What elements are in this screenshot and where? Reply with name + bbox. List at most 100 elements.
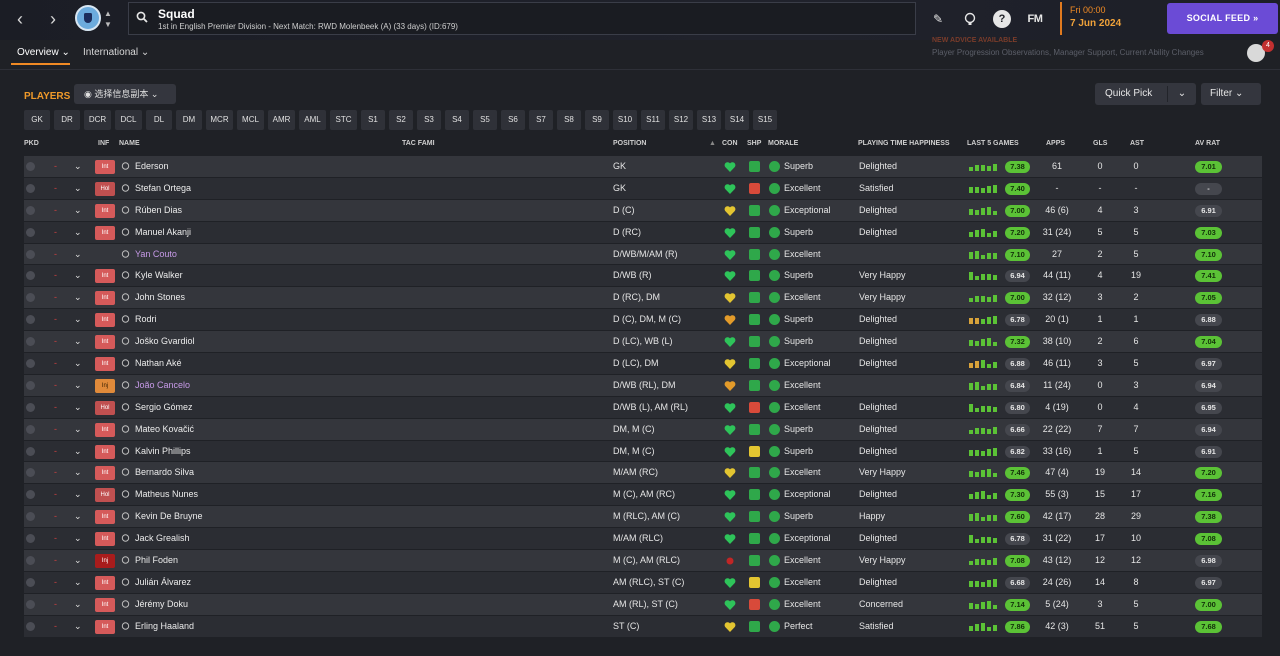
table-row[interactable]: - ⌄ Int Erling Haaland ST (C) Perfect Satisfie…: [24, 615, 1262, 638]
position-filter-s5[interactable]: S5: [473, 110, 497, 130]
position-filter-s2[interactable]: S2: [389, 110, 413, 130]
club-switch-icon[interactable]: ▲ ▼: [103, 8, 113, 30]
picked-status-icon[interactable]: [26, 315, 35, 325]
position-filter-aml[interactable]: AML: [299, 110, 326, 130]
picked-status-icon[interactable]: [26, 599, 35, 609]
chevron-down-icon[interactable]: ⌄: [74, 353, 82, 374]
picked-status-icon[interactable]: [26, 337, 35, 347]
position-filter-dr[interactable]: DR: [54, 110, 80, 130]
table-row[interactable]: - ⌄ Int Jack Grealish M/AM (RLC) Exceptional D…: [24, 528, 1262, 551]
picked-status-icon[interactable]: [26, 446, 35, 456]
col-shp[interactable]: SHP: [747, 140, 761, 147]
player-name[interactable]: Kevin De Bruyne: [135, 506, 203, 527]
quick-pick-button[interactable]: Quick Pick ⌄: [1095, 83, 1196, 105]
position-filter-s4[interactable]: S4: [445, 110, 469, 130]
col-gls[interactable]: GLS: [1093, 140, 1107, 147]
player-name[interactable]: Kyle Walker: [135, 265, 183, 286]
tab-overview[interactable]: Overview ⌄: [11, 45, 70, 65]
position-filter-amr[interactable]: AMR: [268, 110, 295, 130]
position-filter-s13[interactable]: S13: [697, 110, 721, 130]
chevron-down-icon[interactable]: ⌄: [74, 441, 82, 462]
picked-status-icon[interactable]: [26, 468, 35, 478]
col-position[interactable]: POSITION: [613, 140, 646, 147]
col-av-rat[interactable]: AV RAT: [1195, 140, 1220, 147]
player-name[interactable]: Jérémy Doku: [135, 594, 188, 615]
player-name[interactable]: Phil Foden: [135, 550, 178, 571]
table-row[interactable]: - ⌄ Int Bernardo Silva M/AM (RC) Excellent Ver…: [24, 462, 1262, 485]
picked-status-icon[interactable]: [26, 424, 35, 434]
picked-status-icon[interactable]: [26, 402, 35, 412]
table-row[interactable]: - ⌄ Yan Couto D/WB/M/AM (R) Excellent 7.10 27 2…: [24, 243, 1262, 266]
picked-status-icon[interactable]: [26, 621, 35, 631]
chevron-down-icon[interactable]: ⌄: [74, 375, 82, 396]
position-filter-dl[interactable]: DL: [146, 110, 172, 130]
filter-button[interactable]: Filter ⌄: [1201, 83, 1261, 105]
player-name[interactable]: João Cancelo: [135, 375, 190, 396]
position-filter-s6[interactable]: S6: [501, 110, 525, 130]
table-row[interactable]: - ⌄ Hol Stefan Ortega GK Excellent Satisfied 7.…: [24, 177, 1262, 200]
picked-status-icon[interactable]: [26, 577, 35, 587]
player-name[interactable]: Jack Grealish: [135, 528, 190, 549]
table-row[interactable]: - ⌄ Int Kalvin Phillips DM, M (C) Superb Delig…: [24, 440, 1262, 463]
chevron-down-icon[interactable]: ⌄: [74, 616, 82, 637]
player-name[interactable]: Bernardo Silva: [135, 462, 194, 483]
player-name[interactable]: Matheus Nunes: [135, 484, 198, 505]
picked-status-icon[interactable]: [26, 359, 35, 369]
picked-status-icon[interactable]: [26, 556, 35, 566]
tab-international[interactable]: International ⌄: [83, 45, 155, 65]
position-filter-s15[interactable]: S15: [753, 110, 777, 130]
player-name[interactable]: John Stones: [135, 287, 185, 308]
position-filter-dcl[interactable]: DCL: [115, 110, 142, 130]
col-pkd[interactable]: PKD: [24, 140, 39, 147]
chevron-down-icon[interactable]: ⌄: [74, 265, 82, 286]
picked-status-icon[interactable]: [26, 227, 35, 237]
col-morale[interactable]: MORALE: [768, 140, 798, 147]
table-row[interactable]: - ⌄ Int Mateo Kovačić DM, M (C) Superb Delight…: [24, 418, 1262, 441]
chevron-down-icon[interactable]: ⌄: [74, 331, 82, 352]
col-last-5-games[interactable]: LAST 5 GAMES: [967, 140, 1019, 147]
chevron-down-icon[interactable]: ⌄: [1175, 83, 1189, 105]
game-date[interactable]: Fri 00:00 7 Jun 2024: [1060, 2, 1160, 35]
player-name[interactable]: Mateo Kovačić: [135, 419, 194, 440]
player-name[interactable]: Rodri: [135, 309, 157, 330]
table-row[interactable]: - ⌄ Int Rúben Dias D (C) Exceptional Delighted…: [24, 199, 1262, 222]
player-name[interactable]: Joško Gvardiol: [135, 331, 195, 352]
advice-notification[interactable]: NEW ADVICE AVAILABLE Player Progression …: [932, 37, 1242, 67]
search-bar[interactable]: Squad 1st in English Premier Division - …: [128, 2, 916, 35]
chevron-down-icon[interactable]: ⌄: [74, 287, 82, 308]
table-row[interactable]: - ⌄ Hol Matheus Nunes M (C), AM (RC) Exceptio…: [24, 484, 1262, 507]
picked-status-icon[interactable]: [26, 205, 35, 215]
chevron-down-icon[interactable]: ⌄: [74, 156, 82, 177]
chevron-down-icon[interactable]: ⌄: [74, 550, 82, 571]
position-filter-s12[interactable]: S12: [669, 110, 693, 130]
chevron-down-icon[interactable]: ⌄: [74, 178, 82, 199]
table-row[interactable]: - ⌄ Int Manuel Akanji D (RC) Superb Delighted 7…: [24, 221, 1262, 244]
col-inf[interactable]: INF: [98, 140, 109, 147]
position-filter-mcl[interactable]: MCL: [237, 110, 264, 130]
table-row[interactable]: - ⌄ Int Jérémy Doku AM (RL), ST (C) Excellent…: [24, 593, 1262, 616]
player-name[interactable]: Rúben Dias: [135, 200, 182, 221]
player-name[interactable]: Julián Álvarez: [135, 572, 191, 593]
position-filter-s11[interactable]: S11: [641, 110, 665, 130]
picked-status-icon[interactable]: [26, 162, 35, 171]
chevron-down-icon[interactable]: ⌄: [74, 462, 82, 483]
position-filter-s10[interactable]: S10: [613, 110, 637, 130]
picked-status-icon[interactable]: [26, 534, 35, 544]
table-row[interactable]: - ⌄ Int Kevin De Bruyne M (RLC), AM (C) Super…: [24, 506, 1262, 529]
chevron-down-icon[interactable]: ⌄: [74, 244, 82, 265]
col-name[interactable]: NAME: [119, 140, 140, 147]
player-name[interactable]: Manuel Akanji: [135, 222, 191, 243]
chevron-down-icon[interactable]: ⌄: [74, 200, 82, 221]
fm-logo-icon[interactable]: FM: [1024, 10, 1046, 28]
chevron-down-icon[interactable]: ⌄: [74, 506, 82, 527]
table-row[interactable]: - ⌄ Int Ederson GK Superb Delighted 7.38 61 0 0 7.0…: [24, 156, 1262, 178]
position-filter-s3[interactable]: S3: [417, 110, 441, 130]
picked-status-icon[interactable]: [26, 271, 35, 281]
picked-status-icon[interactable]: [26, 380, 35, 390]
player-name[interactable]: Yan Couto: [135, 244, 177, 265]
col-tac-fami[interactable]: TAC FAMI: [402, 140, 435, 147]
chevron-down-icon[interactable]: ⌄: [74, 484, 82, 505]
picked-status-icon[interactable]: [26, 490, 35, 500]
table-row[interactable]: - ⌄ Int Rodri D (C), DM, M (C) Superb Delighte…: [24, 309, 1262, 332]
table-row[interactable]: - ⌄ Inj Phil Foden M (C), AM (RLC) Excellent V…: [24, 550, 1262, 572]
